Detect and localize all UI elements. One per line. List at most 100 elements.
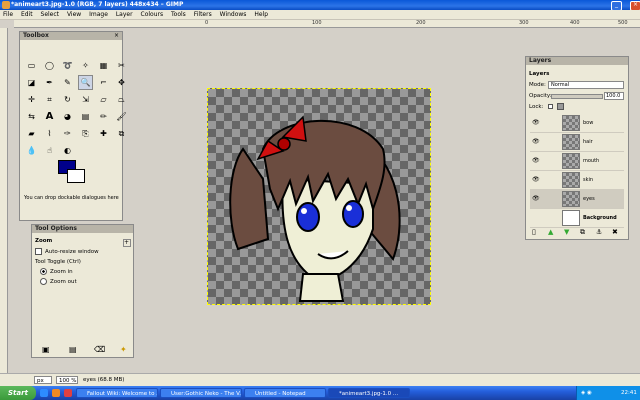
eye-icon[interactable]: 👁 <box>532 176 540 183</box>
task-gimp[interactable]: *animeart3.jpg-1.0 ... <box>328 388 410 398</box>
rect-select-icon[interactable]: ▭ <box>24 58 39 73</box>
layer-row[interactable]: Background <box>530 208 624 228</box>
tray-icons[interactable]: ◈ ◉ <box>581 390 592 396</box>
menu-file[interactable]: File <box>0 10 16 18</box>
firefox-quicklaunch-icon[interactable] <box>52 389 60 397</box>
duplicate-layer-icon[interactable]: ⧉ <box>580 228 585 237</box>
clone-icon[interactable]: ⎘ <box>78 126 93 141</box>
menu-windows[interactable]: Windows <box>217 10 250 18</box>
zoom-value: 100 % <box>59 378 77 384</box>
eraser-icon[interactable]: ▰ <box>24 126 39 141</box>
mode-select[interactable]: Normal <box>548 81 624 89</box>
align-icon[interactable]: ✛ <box>24 92 39 107</box>
save-options-icon[interactable]: ▣ <box>42 345 50 354</box>
delete-options-icon[interactable]: ⌫ <box>94 345 105 354</box>
tool-options-title[interactable]: Tool Options <box>32 225 133 233</box>
pencil-icon[interactable]: ✏ <box>96 109 111 124</box>
layers-tab-title[interactable]: Layers <box>529 71 549 77</box>
reset-options-icon[interactable]: ✦ <box>120 345 127 354</box>
close-icon[interactable]: × <box>114 33 120 39</box>
measure-icon[interactable]: ⌐ <box>96 75 111 90</box>
menu-colours[interactable]: Colours <box>138 10 167 18</box>
text-icon[interactable]: A <box>42 109 57 124</box>
ellipse-select-icon[interactable]: ◯ <box>42 58 57 73</box>
menu-tools[interactable]: Tools <box>168 10 189 18</box>
restore-options-icon[interactable]: ▤ <box>69 345 77 354</box>
menu-layer[interactable]: Layer <box>113 10 136 18</box>
eye-icon[interactable]: 👁 <box>532 119 540 126</box>
background-color-swatch[interactable] <box>67 169 85 183</box>
airbrush-icon[interactable]: ⌇ <box>42 126 57 141</box>
zoom-select[interactable]: 100 % <box>56 376 78 384</box>
scale-icon[interactable]: ⇲ <box>78 92 93 107</box>
delete-layer-icon[interactable]: ✖ <box>612 228 618 236</box>
blend-icon[interactable]: ▤ <box>78 109 93 124</box>
ink-icon[interactable]: ✑ <box>60 126 75 141</box>
paintbrush-icon[interactable]: 🖌 <box>114 109 129 124</box>
menu-select[interactable]: Select <box>38 10 63 18</box>
layer-row[interactable]: 👁 mouth <box>530 151 624 171</box>
auto-resize-label: Auto-resize window <box>45 249 99 255</box>
paths-icon[interactable]: ✒ <box>42 75 57 90</box>
image-canvas[interactable] <box>207 88 431 305</box>
configure-icon[interactable]: + <box>123 239 131 247</box>
vertical-ruler[interactable] <box>0 28 8 373</box>
task-gothic-neko[interactable]: User:Gothic Neko - The V... <box>160 388 242 398</box>
perspective-icon[interactable]: ⏢ <box>114 92 129 107</box>
zoom-out-radio[interactable]: Zoom out <box>40 278 77 285</box>
zoom-in-radio[interactable]: Zoom in <box>40 268 73 275</box>
lock-pixels-checkbox[interactable] <box>548 104 553 109</box>
toolbox-title[interactable]: Toolbox <box>20 32 122 40</box>
menu-view[interactable]: View <box>64 10 84 18</box>
layer-row-selected[interactable]: 👁 eyes <box>530 189 624 209</box>
color-picker-icon[interactable]: ✎ <box>60 75 75 90</box>
eye-icon[interactable]: 👁 <box>532 195 540 202</box>
unit-select[interactable]: px <box>34 376 52 384</box>
menu-edit[interactable]: Edit <box>18 10 36 18</box>
ruler-tick: 0 <box>205 20 209 26</box>
task-notepad[interactable]: Untitled - Notepad <box>244 388 326 398</box>
eye-icon[interactable]: 👁 <box>532 138 540 145</box>
bucket-fill-icon[interactable]: ◕ <box>60 109 75 124</box>
foreground-select-icon[interactable]: ◪ <box>24 75 39 90</box>
window-title-bar[interactable]: *animeart3.jpg-1.0 (RGB, 7 layers) 448x4… <box>0 0 640 11</box>
blur-icon[interactable]: 💧 <box>24 143 39 158</box>
perspective-clone-icon[interactable]: ⧉ <box>114 126 129 141</box>
new-layer-icon[interactable]: ▯ <box>532 228 536 236</box>
opacity-field[interactable]: 100.0 <box>604 92 624 100</box>
lower-layer-icon[interactable]: ▼ <box>564 228 569 236</box>
scissors-icon[interactable]: ✂ <box>114 58 129 73</box>
zoom-icon[interactable]: 🔍 <box>78 75 93 90</box>
ruler-tick: 400 <box>570 20 580 26</box>
menu-filters[interactable]: Filters <box>191 10 215 18</box>
layer-thumbnail <box>562 134 580 150</box>
move-icon[interactable]: ✥ <box>114 75 129 90</box>
horizontal-ruler[interactable]: 0 100 200 300 400 500 <box>14 20 640 28</box>
smudge-icon[interactable]: ☝ <box>42 143 57 158</box>
layer-row[interactable]: 👁 hair <box>530 132 624 152</box>
opacity-slider[interactable] <box>551 94 603 99</box>
layers-panel-title[interactable]: Layers <box>526 57 628 65</box>
dodge-burn-icon[interactable]: ◐ <box>60 143 75 158</box>
start-button[interactable]: Start <box>0 386 36 400</box>
eye-icon[interactable]: 👁 <box>532 157 540 164</box>
anchor-layer-icon[interactable]: ⚓ <box>596 228 602 236</box>
menu-help[interactable]: Help <box>251 10 271 18</box>
heal-icon[interactable]: ✚ <box>96 126 111 141</box>
task-fallout-wiki[interactable]: Fallout Wiki: Welcome to ... <box>76 388 158 398</box>
layer-row[interactable]: 👁 bow <box>530 113 624 133</box>
fuzzy-select-icon[interactable]: ✧ <box>78 58 93 73</box>
select-by-color-icon[interactable]: ▦ <box>96 58 111 73</box>
shear-icon[interactable]: ▱ <box>96 92 111 107</box>
ie-quicklaunch-icon[interactable] <box>40 389 48 397</box>
media-quicklaunch-icon[interactable] <box>64 389 72 397</box>
free-select-icon[interactable]: ➰ <box>60 58 75 73</box>
layer-row[interactable]: 👁 skin <box>530 170 624 190</box>
auto-resize-checkbox[interactable]: Auto-resize window <box>35 248 99 255</box>
crop-icon[interactable]: ⌗ <box>42 92 57 107</box>
raise-layer-icon[interactable]: ▲ <box>548 228 553 236</box>
rotate-icon[interactable]: ↻ <box>60 92 75 107</box>
flip-icon[interactable]: ⇆ <box>24 109 39 124</box>
lock-alpha-icon[interactable] <box>557 103 564 110</box>
menu-image[interactable]: Image <box>86 10 111 18</box>
